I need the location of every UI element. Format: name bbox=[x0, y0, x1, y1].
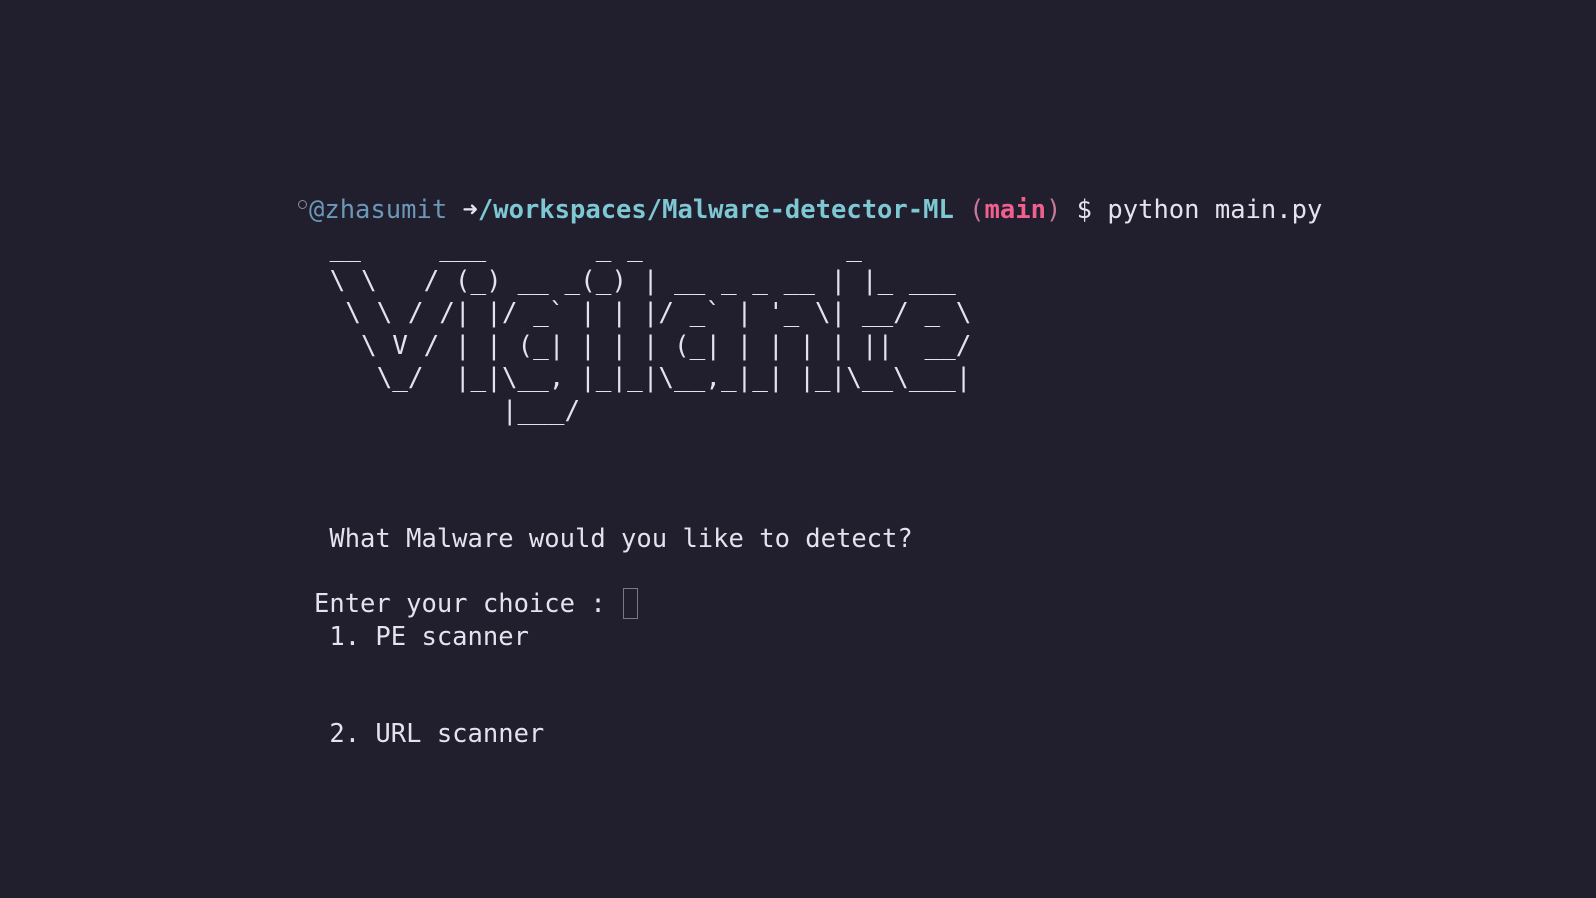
prompt-command: python main.py bbox=[1107, 195, 1323, 225]
prompt-arrow-icon: ➜ bbox=[462, 195, 478, 225]
prompt-paren-close: ) bbox=[1045, 195, 1062, 225]
prompt-paren-open: ( bbox=[969, 195, 985, 225]
shell-prompt: @zhasumit ➜/workspaces/Malware-detector-… bbox=[298, 192, 1322, 228]
menu-option-url-scanner: 2. URL scanner bbox=[314, 719, 545, 749]
status-dot-icon bbox=[298, 200, 307, 209]
prompt-dollar: $ bbox=[1076, 195, 1093, 225]
malware-menu: What Malware would you like to detect? 1… bbox=[314, 458, 913, 816]
prompt-path: /workspaces/Malware-detector-ML bbox=[477, 195, 954, 225]
terminal-window[interactable]: @zhasumit ➜/workspaces/Malware-detector-… bbox=[0, 0, 1596, 898]
choice-prompt-label: Enter your choice : bbox=[314, 589, 622, 619]
prompt-git-branch: main bbox=[984, 195, 1046, 225]
menu-question: What Malware would you like to detect? bbox=[314, 524, 913, 554]
prompt-user: @zhasumit bbox=[309, 195, 448, 225]
menu-option-pe-scanner: 1. PE scanner bbox=[314, 621, 529, 652]
choice-input-line[interactable]: Enter your choice : bbox=[314, 587, 639, 620]
ascii-banner: __ ___ _ _ _ \ \ / (_) __ _(_) | __ _ _ … bbox=[329, 233, 972, 426]
text-cursor[interactable] bbox=[623, 587, 639, 619]
